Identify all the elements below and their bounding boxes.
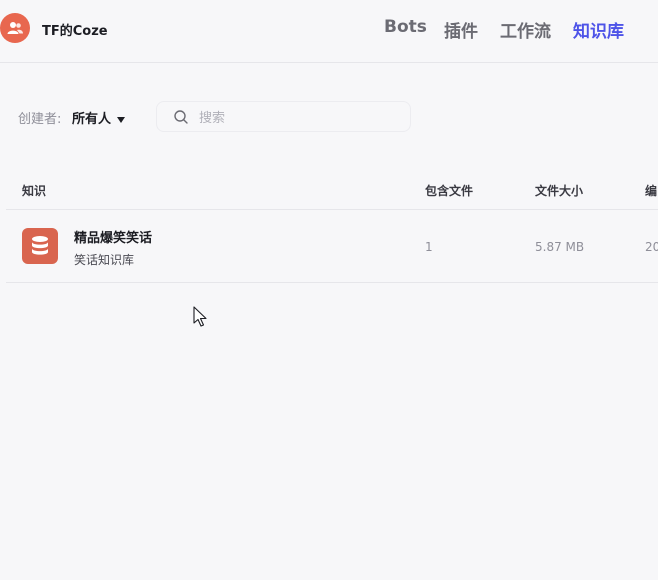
knowledge-base-description: 笑话知识库 — [74, 253, 135, 267]
table-header-divider — [6, 209, 658, 210]
file-size: 5.87 MB — [535, 240, 585, 254]
edited-time: 20 — [645, 240, 658, 254]
creator-filter-dropdown[interactable]: 所有人 — [72, 108, 126, 127]
team-avatar[interactable] — [0, 13, 30, 43]
nav-workflows[interactable]: 工作流 — [500, 17, 551, 42]
search-icon — [174, 110, 188, 124]
database-icon — [32, 236, 48, 255]
creator-filter-value: 所有人 — [72, 112, 112, 127]
caret-down-icon — [117, 116, 126, 123]
nav-knowledge[interactable]: 知识库 — [573, 17, 624, 42]
nav-plugins[interactable]: 插件 — [444, 17, 478, 42]
column-header-knowledge: 知识 — [22, 184, 47, 198]
column-header-files: 包含文件 — [425, 184, 474, 198]
column-header-edited: 编 — [645, 184, 658, 198]
knowledge-base-icon — [22, 228, 58, 264]
nav-bots[interactable]: Bots — [384, 17, 427, 37]
search-input[interactable] — [197, 107, 401, 129]
top-header: TF的Coze Bots 插件 工作流 知识库 — [0, 0, 658, 63]
column-header-size: 文件大小 — [535, 184, 584, 198]
users-icon — [7, 22, 23, 34]
team-name[interactable]: TF的Coze — [42, 20, 108, 39]
mouse-cursor-icon — [193, 306, 207, 327]
table-row-divider — [6, 282, 658, 283]
search-box[interactable] — [156, 101, 411, 132]
knowledge-base-name[interactable]: 精品爆笑笑话 — [74, 227, 152, 246]
creator-filter-label: 创建者: — [18, 112, 62, 127]
file-count: 1 — [425, 240, 433, 254]
